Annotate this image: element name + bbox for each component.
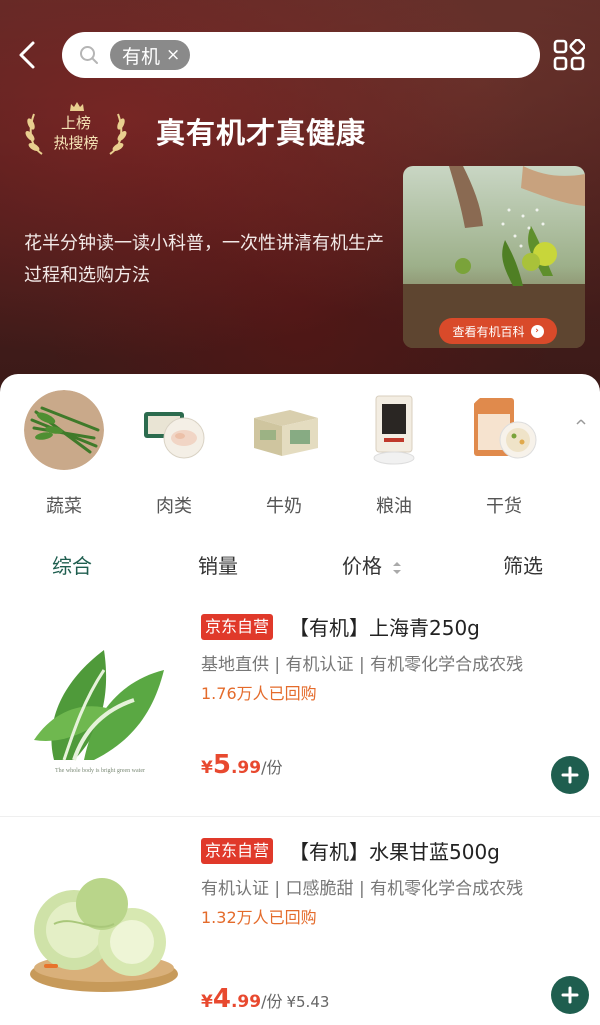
category-label: 蔬菜 (46, 496, 82, 517)
meat-image (134, 390, 214, 470)
plus-icon (561, 986, 579, 1004)
product-card[interactable]: 京东自营 【有机】水果甘蓝500g 有机认证 | 口感脆甜 | 有机零化学合成农… (0, 834, 600, 1025)
product-tags: 基地直供 | 有机认证 | 有机零化学合成农残 (201, 655, 524, 675)
rice-bag-image (354, 390, 434, 470)
product-image: The whole body is bright green water (14, 610, 186, 782)
hero-description: 花半分钟读一读小科普，一次性讲清有机生产过程和选购方法 (24, 233, 384, 286)
tab-overall[interactable]: 综合 (52, 550, 92, 579)
dried-goods-image (464, 390, 544, 470)
category-grain-oil[interactable]: 粮油 (346, 390, 442, 517)
price-integer: 5 (212, 750, 231, 780)
divider (0, 816, 600, 817)
arrow-right-icon: › (530, 324, 544, 338)
price-decimal: .99 (230, 758, 262, 778)
tab-price-label: 价格 (342, 554, 382, 578)
laurel-right-icon (109, 113, 127, 155)
search-keyword-label: 有机 (122, 45, 161, 68)
content-sheet: 蔬菜 肉类 牛奶 粮油 干货 综合 销量 价格 筛选 The whole bod… (0, 374, 600, 1025)
product-image (14, 834, 186, 1006)
view-encyclopedia-label: 查看有机百科 (452, 324, 525, 339)
category-more-peek[interactable] (566, 390, 600, 514)
add-to-cart-button[interactable] (551, 756, 589, 794)
hero-title: 真有机才真健康 (156, 116, 367, 150)
grid-icon (553, 39, 585, 71)
category-strip: 蔬菜 肉类 牛奶 粮油 干货 (0, 390, 600, 517)
hot-search-badge: 上榜 热搜榜 (24, 102, 128, 156)
plus-icon (561, 766, 579, 784)
category-label: 牛奶 (266, 496, 302, 517)
vegetables-image (24, 390, 104, 470)
search-keyword-tag[interactable]: 有机 × (110, 40, 191, 70)
category-label: 肉类 (156, 496, 192, 517)
product-tags: 有机认证 | 口感脆甜 | 有机零化学合成农残 (201, 879, 524, 899)
tab-sales[interactable]: 销量 (198, 550, 238, 579)
product-title: 【有机】上海青250g (289, 616, 480, 640)
product-price: ¥4.99/份 ¥5.43 (201, 984, 329, 1014)
sort-tabs: 综合 销量 价格 筛选 (0, 550, 600, 584)
sort-arrows-icon (393, 561, 402, 574)
view-encyclopedia-button[interactable]: 查看有机百科 › (439, 318, 557, 344)
search-icon (78, 44, 100, 66)
category-vegetables[interactable]: 蔬菜 (16, 390, 112, 517)
price-symbol: ¥ (201, 992, 213, 1012)
tab-price[interactable]: 价格 (342, 550, 402, 579)
jd-self-operated-badge: 京东自营 (201, 838, 274, 864)
category-label: 粮油 (376, 496, 412, 517)
price-integer: 4 (212, 984, 231, 1014)
milk-image (244, 390, 324, 470)
clear-keyword-icon[interactable]: × (166, 46, 180, 64)
product-title: 【有机】水果甘蓝500g (289, 840, 500, 864)
price-unit: /份 (261, 758, 283, 777)
category-milk[interactable]: 牛奶 (236, 390, 332, 517)
search-input[interactable]: 有机 × (62, 32, 540, 78)
original-price: ¥5.43 (286, 993, 330, 1011)
tab-filter[interactable]: 筛选 (503, 550, 543, 579)
category-label: 干货 (486, 496, 522, 517)
add-to-cart-button[interactable] (551, 976, 589, 1014)
crown-icon (70, 102, 84, 111)
product-price: ¥5.99/份 (201, 750, 282, 780)
hero-banner: 有机 × 上榜 热搜榜 真有机才真健康 花半分钟读一读小科普，一次性讲清有机生产… (0, 0, 600, 400)
price-decimal: .99 (230, 992, 262, 1012)
more-category-icon (576, 419, 586, 425)
back-button[interactable] (12, 38, 42, 72)
product-repurchase: 1.32万人已回购 (201, 908, 317, 927)
category-dried-goods[interactable]: 干货 (456, 390, 552, 517)
category-meat[interactable]: 肉类 (126, 390, 222, 517)
product-repurchase: 1.76万人已回购 (201, 684, 317, 703)
price-unit: /份 (261, 992, 283, 1011)
price-symbol: ¥ (201, 758, 213, 778)
chevron-left-icon (19, 41, 35, 69)
jd-self-operated-badge: 京东自营 (201, 614, 274, 640)
organic-encyclopedia-card[interactable]: 查看有机百科 › (403, 166, 585, 348)
product-card[interactable]: The whole body is bright green water 京东自… (0, 610, 600, 820)
product-image-caption: The whole body is bright green water (55, 768, 145, 774)
grid-view-button[interactable] (552, 38, 586, 72)
